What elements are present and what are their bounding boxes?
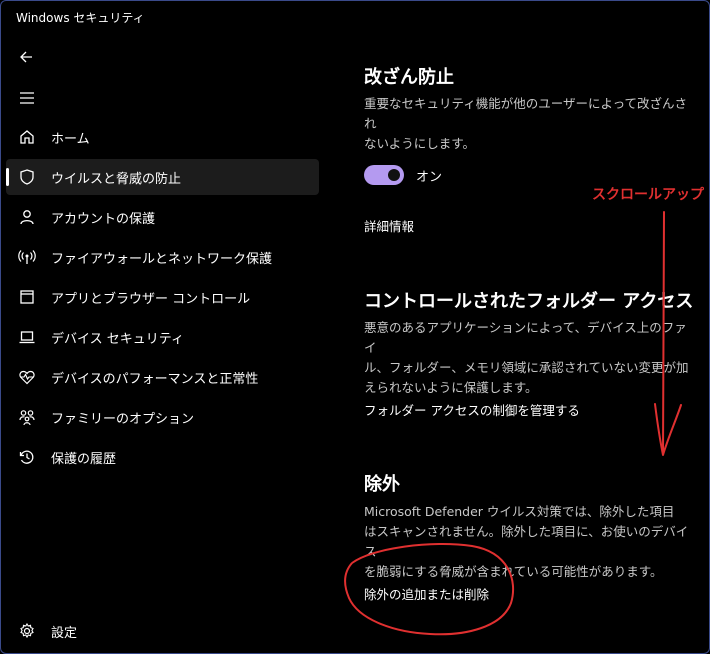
- learn-more-link[interactable]: 詳細情報: [364, 216, 414, 235]
- home-icon: [18, 128, 36, 146]
- sidebar-item-home[interactable]: ホーム: [6, 119, 319, 155]
- main-content: 改ざん防止 重要なセキュリティ機能が他のユーザーによって改ざんされ ないようにし…: [364, 0, 710, 654]
- gear-icon: [18, 622, 36, 640]
- app-window-icon: [18, 288, 36, 306]
- sidebar-item-label: デバイス セキュリティ: [51, 331, 184, 347]
- back-arrow-icon: [20, 51, 32, 63]
- toggle-state-label: オン: [416, 170, 443, 185]
- hamburger-icon: [20, 92, 34, 104]
- sidebar-item-account-protection[interactable]: アカウントの保護: [6, 199, 319, 235]
- exclusions-title: 除外: [364, 474, 400, 495]
- sidebar-item-label: 設定: [51, 625, 78, 641]
- tamper-protection-title: 改ざん防止: [364, 67, 454, 88]
- tamper-protection-description: 重要なセキュリティ機能が他のユーザーによって改ざんされ ないようにします。: [364, 96, 688, 151]
- sidebar-item-app-browser-control[interactable]: アプリとブラウザー コントロール: [6, 279, 319, 315]
- sidebar-item-label: アプリとブラウザー コントロール: [51, 291, 251, 307]
- toggle-knob: [388, 169, 400, 181]
- sidebar-item-settings[interactable]: 設定: [6, 613, 319, 649]
- sidebar-item-label: アカウントの保護: [51, 211, 156, 227]
- sidebar-item-label: ファミリーのオプション: [51, 411, 195, 427]
- antenna-icon: [18, 248, 36, 266]
- sidebar-item-label: ホーム: [51, 131, 90, 147]
- manage-folder-access-link[interactable]: フォルダー アクセスの制御を管理する: [364, 400, 580, 419]
- laptop-icon: [18, 328, 36, 346]
- add-remove-exclusions-link[interactable]: 除外の追加または削除: [364, 584, 489, 603]
- hamburger-menu-button[interactable]: [16, 87, 38, 109]
- sidebar-item-label: 保護の履歴: [51, 451, 117, 467]
- back-button[interactable]: [16, 46, 38, 68]
- history-icon: [18, 448, 36, 466]
- sidebar-item-device-performance[interactable]: デバイスのパフォーマンスと正常性: [6, 359, 319, 395]
- shield-icon: [18, 168, 36, 186]
- tamper-protection-toggle[interactable]: [364, 165, 404, 185]
- sidebar-item-label: ファイアウォールとネットワーク保護: [51, 251, 273, 267]
- sidebar-item-family-options[interactable]: ファミリーのオプション: [6, 399, 319, 435]
- sidebar-item-protection-history[interactable]: 保護の履歴: [6, 439, 319, 475]
- controlled-folder-access-description: 悪意のあるアプリケーションによって、デバイス上のファイ ル、フォルダー、メモリ領…: [364, 320, 689, 395]
- sidebar-item-firewall[interactable]: ファイアウォールとネットワーク保護: [6, 239, 319, 275]
- sidebar-item-device-security[interactable]: デバイス セキュリティ: [6, 319, 319, 355]
- exclusions-description: Microsoft Defender ウイルス対策では、除外した項目 はスキャン…: [364, 504, 689, 579]
- window-title: Windows セキュリティ: [16, 11, 145, 25]
- sidebar-item-label: ウイルスと脅威の防止: [51, 171, 182, 187]
- sidebar-item-label: デバイスのパフォーマンスと正常性: [51, 371, 259, 387]
- heart-pulse-icon: [18, 368, 36, 386]
- controlled-folder-access-title: コントロールされたフォルダー アクセス: [364, 291, 694, 312]
- family-icon: [18, 408, 36, 426]
- scroll-up-annotation: スクロールアップ: [592, 187, 704, 203]
- sidebar: ホーム ウイルスと脅威の防止 アカウントの保護 ファイアウォールとネットワーク保…: [0, 34, 330, 654]
- person-icon: [18, 208, 36, 226]
- sidebar-item-virus-protection[interactable]: ウイルスと脅威の防止: [6, 159, 319, 195]
